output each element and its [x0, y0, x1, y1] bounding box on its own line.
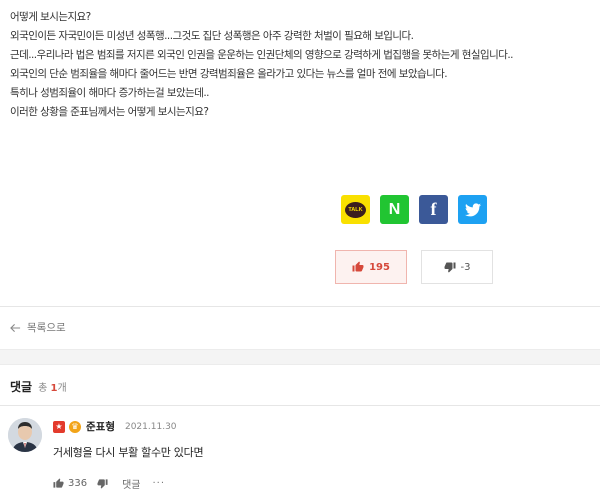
section-separator — [0, 349, 600, 365]
comments-count: 총 1개 — [38, 379, 67, 394]
naver-icon: N — [388, 200, 401, 218]
share-bar: TALK N f — [341, 195, 487, 224]
twitter-icon — [464, 202, 481, 216]
thumbs-down-icon — [97, 479, 108, 489]
upvote-count: 195 — [369, 261, 390, 273]
medal-badge-icon: ♛ — [69, 420, 81, 433]
comment-more-button[interactable]: ··· — [153, 478, 166, 489]
comment-date: 2021.11.30 — [124, 421, 177, 432]
facebook-icon: f — [430, 199, 437, 219]
comment-like-button[interactable]: 336 — [53, 478, 87, 489]
comment-text: 거세형을 다시 부활 할수만 있다면 — [53, 446, 204, 459]
thumbs-up-icon — [53, 478, 64, 488]
arrow-left-icon — [10, 323, 21, 332]
downvote-button[interactable]: -3 — [421, 250, 493, 284]
avatar[interactable] — [8, 418, 42, 452]
back-to-list-link[interactable]: 목록으로 — [10, 320, 66, 335]
comment-author[interactable]: 준표형 — [86, 419, 115, 434]
article-line: 특히나 성범죄율이 해마다 증가하는걸 보았는데.. — [10, 87, 209, 99]
article-line: 외국인이든 자국민이든 미성년 성폭행...그것도 집단 성폭행은 아주 강력한… — [10, 30, 414, 42]
article-line: 이러한 상황을 준표님께서는 어떻게 보시는지요? — [10, 106, 209, 118]
article-line: 근데...우리나라 법은 범죄를 저지른 외국인 인권을 운운하는 인권단체의 … — [10, 49, 513, 61]
comment-actions: 336 댓글 ··· — [53, 476, 165, 491]
back-label: 목록으로 — [27, 322, 66, 334]
vote-bar: 195 -3 — [335, 250, 493, 284]
upvote-button[interactable]: 195 — [335, 250, 407, 284]
comment-dislike-button[interactable] — [97, 478, 108, 489]
comments-header: 댓글 총 1개 — [10, 378, 67, 395]
comments-count-suffix: 개 — [57, 383, 67, 394]
comment-meta: ★ ♛ 준표형 2021.11.30 — [53, 419, 177, 434]
kakao-share-button[interactable]: TALK — [341, 195, 370, 224]
kakao-icon: TALK — [345, 201, 366, 218]
divider — [0, 405, 600, 406]
thumbs-up-icon — [352, 261, 364, 272]
comment-like-count: 336 — [68, 478, 88, 489]
twitter-share-button[interactable] — [458, 195, 487, 224]
article-line: 어떻게 보시는지요? — [10, 11, 91, 23]
divider — [0, 306, 600, 307]
article-line: 외국인의 단순 범죄율을 해마다 줄어드는 반면 강력범죄율은 올라가고 있다는… — [10, 68, 448, 80]
comment-reply-button[interactable]: 댓글 — [122, 476, 140, 491]
downvote-count: -3 — [460, 261, 471, 273]
facebook-share-button[interactable]: f — [419, 195, 448, 224]
thumbs-down-icon — [444, 262, 455, 273]
comments-title: 댓글 — [10, 380, 33, 394]
person-avatar-icon — [8, 418, 42, 452]
article-body: 어떻게 보시는지요? 외국인이든 자국민이든 미성년 성폭행...그것도 집단 … — [10, 8, 595, 122]
comments-count-prefix: 총 — [38, 383, 51, 394]
naver-share-button[interactable]: N — [380, 195, 409, 224]
party-badge-icon: ★ — [53, 420, 65, 433]
